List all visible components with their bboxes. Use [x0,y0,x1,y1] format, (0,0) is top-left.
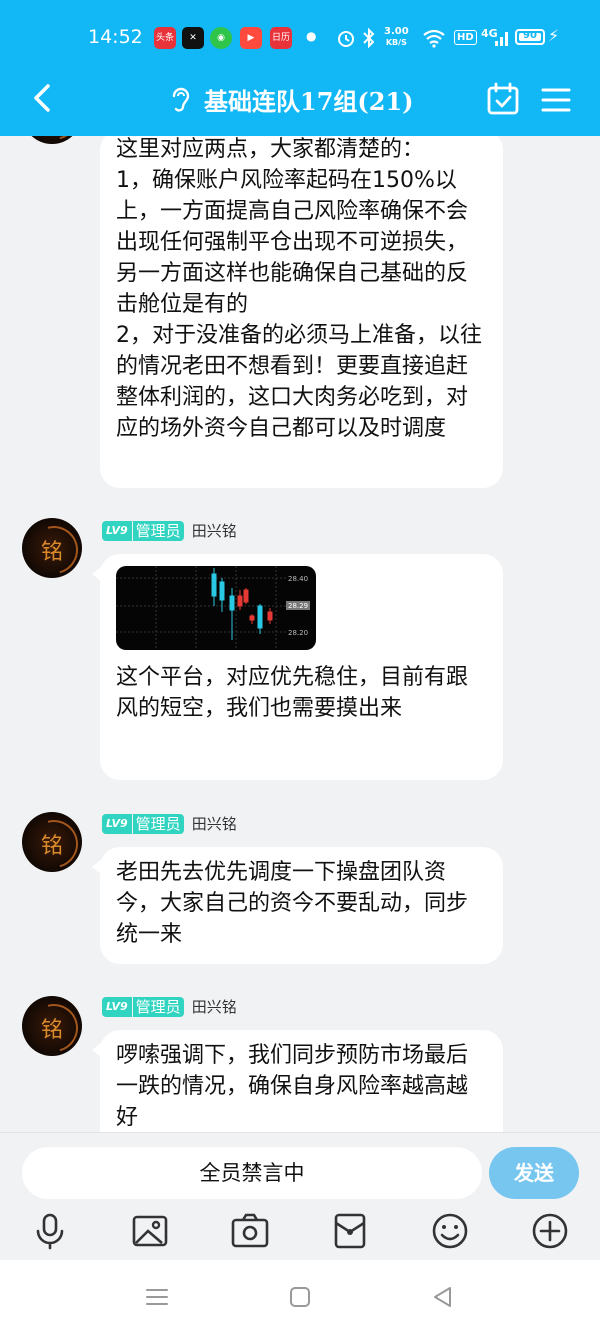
sender-name[interactable]: 田兴铭 [192,520,237,541]
calendar-app-icon: 日历 [270,27,292,49]
plus-icon[interactable] [530,1211,570,1251]
signal-icon [495,32,508,46]
message-bubble[interactable]: 啰嗦强调下，我们同步预防市场最后一跌的情况，确保自身风险率越高越好 [92,1030,503,1132]
price-label: 28.40 [288,575,308,583]
muted-input-field[interactable]: 全员禁言中 [22,1147,482,1199]
status-time: 14:52 [88,26,143,48]
microphone-icon[interactable] [30,1211,70,1251]
bluetooth-icon [363,28,375,48]
status-bar: 14:52 头条 ✕ ◉ ▶ 日历 ● 3.00 KB/S HD 4G 90 ⚡ [0,18,600,58]
title-bar: 基础连队17组(21) [0,64,600,134]
camera-icon[interactable] [230,1211,270,1251]
emoji-icon[interactable] [430,1211,470,1251]
calendar-check-button[interactable] [486,82,520,116]
message-list[interactable]: 铭 这里对应两点，大家都清楚的： 1，确保账户风险率起码在150%以上，一方面提… [0,136,600,1132]
back-nav-button[interactable] [430,1284,456,1310]
admin-badge: 管理员 [132,813,184,834]
chat-title: 基础连队17组(21) [204,86,414,116]
image-icon[interactable] [130,1211,170,1251]
message-text: 这个平台，对应优先稳住，目前有跟风的短空，我们也需要摸出来 [116,665,469,721]
message-text: 老田先去优先调度一下操盘团队资今，大家自己的资今不要乱动，同步统一来 [116,860,469,947]
message-bubble[interactable]: 28.40 28.29 28.20 这个平台，对应优先稳住，目前有跟风的短空，我… [92,554,503,780]
wifi-icon [423,29,445,48]
sender-name[interactable]: 田兴铭 [192,996,237,1017]
candlestick-chart: 28.40 28.29 28.20 [116,566,310,650]
level-badge: LV9 [102,996,132,1017]
avatar[interactable]: 铭 [22,812,82,872]
avatar[interactable]: 铭 [22,136,82,144]
wechat-app-icon: ◉ [210,27,232,49]
sender-name[interactable]: 田兴铭 [192,813,237,834]
message-text: 啰嗦强调下，我们同步预防市场最后一跌的情况，确保自身风险率越高越好 [116,1043,469,1130]
battery-icon: 90 [515,29,545,45]
message-bubble[interactable]: 老田先去优先调度一下操盘团队资今，大家自己的资今不要乱动，同步统一来 [92,847,503,964]
message-text: 这里对应两点，大家都清楚的： 1，确保账户风险率起码在150%以上，一方面提高自… [116,137,482,441]
message-bubble[interactable]: 这里对应两点，大家都清楚的： 1，确保账户风险率起码在150%以上，一方面提高自… [100,136,503,488]
menu-button[interactable] [540,86,572,114]
ear-icon [172,87,190,112]
sender-meta: LV9 管理员 田兴铭 [102,996,237,1017]
video-app-icon: ▶ [240,27,262,49]
recent-apps-button[interactable] [144,1284,170,1310]
send-button[interactable]: 发送 [489,1147,579,1199]
level-badge: LV9 [102,813,132,834]
price-label: 28.20 [288,629,308,637]
alarm-icon [338,31,354,47]
red-packet-icon[interactable] [330,1211,370,1251]
input-bar: 全员禁言中 发送 [0,1132,600,1261]
title-wrap: 基础连队17组(21) [168,82,414,116]
chart-image[interactable]: 28.40 28.29 28.20 [116,566,316,650]
home-button[interactable] [287,1284,313,1310]
toutiao-app-icon: 头条 [154,27,176,49]
charging-icon: ⚡ [548,26,560,45]
avatar[interactable]: 铭 [22,996,82,1056]
price-label: 28.29 [288,602,308,610]
back-button[interactable] [28,78,58,118]
admin-badge: 管理员 [132,520,184,541]
sender-meta: LV9 管理员 田兴铭 [102,813,237,834]
dot-icon: ● [306,29,317,43]
hd-icon: HD [454,30,477,45]
top-bar: 14:52 头条 ✕ ◉ ▶ 日历 ● 3.00 KB/S HD 4G 90 ⚡ [0,0,600,136]
admin-badge: 管理员 [132,996,184,1017]
level-badge: LV9 [102,520,132,541]
capcut-app-icon: ✕ [182,27,204,49]
sender-meta: LV9 管理员 田兴铭 [102,520,237,541]
avatar[interactable]: 铭 [22,518,82,578]
network-speed: 3.00 KB/S [384,26,409,47]
system-nav-bar [0,1260,600,1333]
